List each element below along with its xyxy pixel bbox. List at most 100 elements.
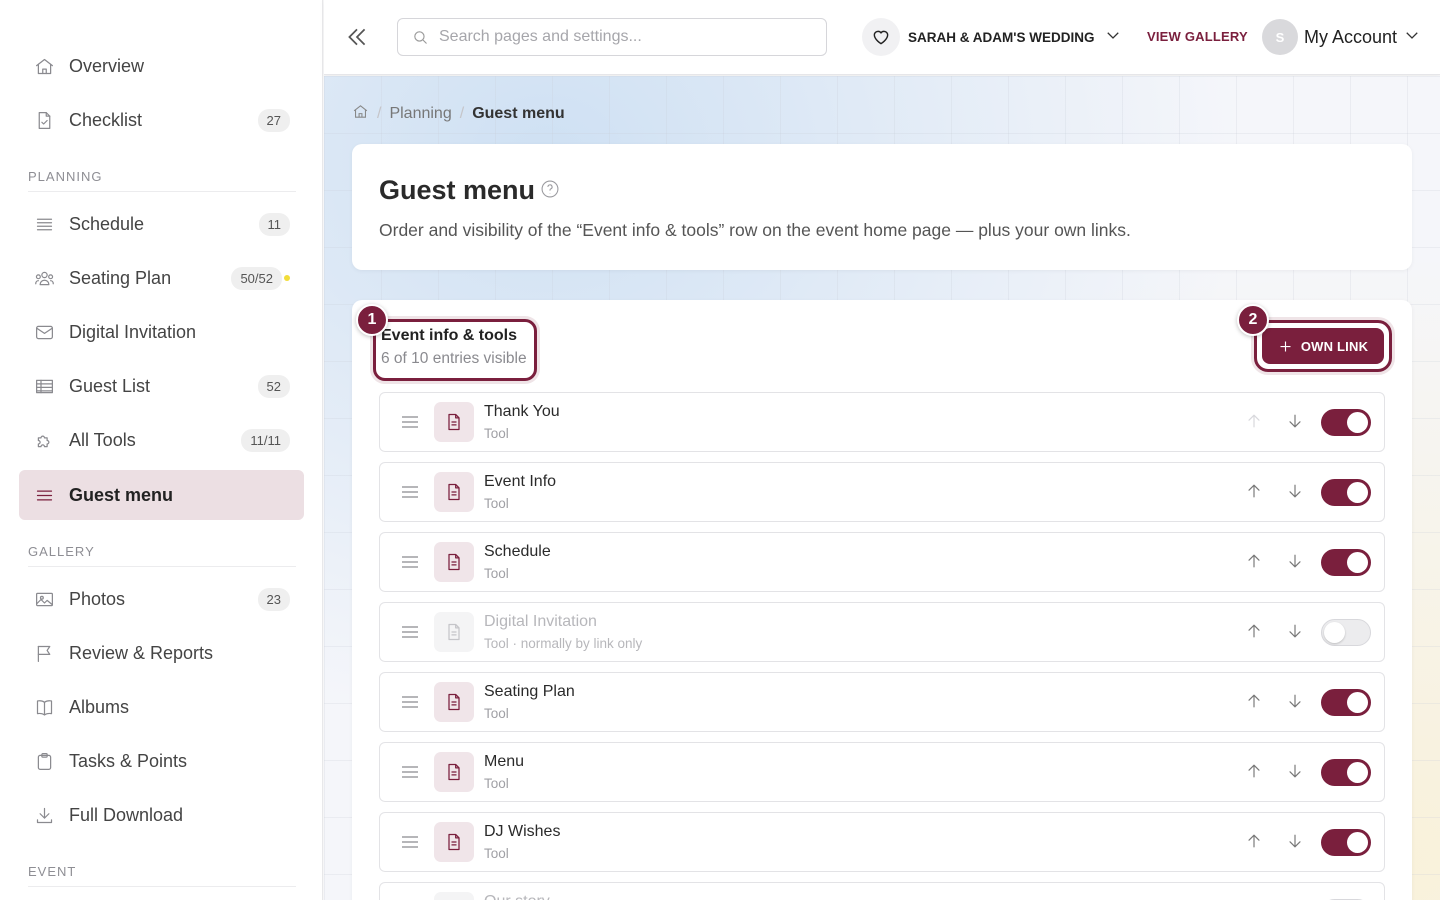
page-header-card: Guest menu Order and visibility of the “… [352,144,1412,270]
drag-handle-icon[interactable] [400,623,420,641]
sidebar-item-full-download[interactable]: Full Download [19,790,304,840]
breadcrumb-current: Guest menu [472,105,565,122]
sidebar-item-label: Guest List [69,375,151,396]
page-description: Order and visibility of the “Event info … [379,220,1131,240]
entry-subtitle: Tool [484,846,509,861]
sidebar-item-label: Photos [69,588,126,609]
sidebar-item-tasks-points[interactable]: Tasks & Points [19,736,304,786]
drag-handle-icon[interactable] [400,413,420,431]
entry-title: Our story [484,893,550,900]
sidebar-item-label: Review & Reports [69,642,214,663]
count-badge: 27 [257,108,290,132]
sidebar-item-guest-menu[interactable]: Guest menu [19,470,304,520]
sidebar-item-review-reports[interactable]: Review & Reports [19,628,304,678]
sidebar-item-label: Albums [69,696,130,717]
visibility-toggle[interactable] [1321,479,1371,506]
list-item: Seating Plan Tool [379,672,1385,732]
visibility-toggle[interactable] [1321,549,1371,576]
own-link-highlight: OWN LINK [1254,320,1392,372]
home-icon[interactable] [352,103,369,125]
account-menu[interactable]: S My Account [1262,18,1421,56]
arrow-up-icon [1248,694,1260,708]
drag-handle-icon[interactable] [400,833,420,851]
move-up-button[interactable] [1244,831,1266,853]
event-selector[interactable]: SARAH & ADAM'S WEDDING [862,18,1122,56]
view-gallery-link[interactable]: VIEW GALLERY [1147,29,1248,44]
seating-icon [33,267,55,289]
section-heading: Event info & tools 6 of 10 entries visib… [373,319,537,381]
move-down-button[interactable] [1285,621,1307,643]
entry-title: Event Info [484,473,557,490]
breadcrumb-separator: / [377,105,382,122]
sidebar-item-label: Seating Plan [69,267,172,288]
arrow-up-icon [1248,764,1260,778]
entry-title: Digital Invitation [484,613,597,630]
toggle-knob [1347,482,1368,503]
list-item: Event Info Tool [379,462,1385,522]
main-content: / Planning / Guest menu Guest menu Order… [324,76,1440,900]
move-down-button[interactable] [1285,691,1307,713]
document-icon [434,822,474,862]
move-up-button[interactable] [1244,481,1266,503]
document-icon [434,752,474,792]
checklist-icon [33,109,55,131]
toggle-knob [1347,832,1368,853]
entry-title: DJ Wishes [484,823,561,840]
drag-handle-icon[interactable] [400,763,420,781]
chevrons-left-icon [348,28,366,46]
visibility-toggle[interactable] [1321,409,1371,436]
list-item: Thank You Tool [379,392,1385,452]
sidebar-item-checklist[interactable]: Checklist 27 [19,95,304,145]
drag-handle-icon[interactable] [400,553,420,571]
visibility-toggle[interactable] [1321,759,1371,786]
sidebar-item-schedule[interactable]: Schedule 11 [19,199,304,249]
sidebar-item-all-tools[interactable]: All Tools 11/11 [19,415,304,465]
move-up-button[interactable] [1244,411,1266,433]
sidebar-item-photos[interactable]: Photos 23 [19,574,304,624]
document-icon [434,892,474,900]
drag-handle-icon[interactable] [400,693,420,711]
schedule-icon [33,213,55,235]
document-icon [434,542,474,582]
move-up-button[interactable] [1244,551,1266,573]
section-title: Event info & tools [381,327,517,344]
move-up-button[interactable] [1244,691,1266,713]
arrow-down-icon [1289,554,1301,568]
count-badge: 11 [258,212,290,236]
toggle-knob [1347,692,1368,713]
sidebar-item-albums[interactable]: Albums [19,682,304,732]
move-up-button[interactable] [1244,621,1266,643]
breadcrumb-planning[interactable]: Planning [389,105,451,123]
guest-menu-list-card: Event info & tools 6 of 10 entries visib… [352,300,1412,900]
sidebar-item-digital-invitation[interactable]: Digital Invitation [19,307,304,357]
list-item: DJ Wishes Tool [379,812,1385,872]
move-down-button[interactable] [1285,831,1307,853]
sidebar-item-guest-list[interactable]: Guest List 52 [19,361,304,411]
toggle-knob [1347,412,1368,433]
entry-subtitle: Tool [484,426,509,441]
move-down-button[interactable] [1285,761,1307,783]
table-icon [33,375,55,397]
arrow-down-icon [1289,694,1301,708]
move-down-button[interactable] [1285,481,1307,503]
visibility-toggle[interactable] [1321,689,1371,716]
drag-handle-icon[interactable] [400,483,420,501]
count-badge: 50/52 [231,266,282,290]
visibility-toggle[interactable] [1321,619,1371,646]
move-down-button[interactable] [1285,411,1307,433]
sidebar-item-overview[interactable]: Overview [19,41,304,91]
arrow-up-icon [1248,484,1260,498]
entry-subtitle: Tool [484,566,509,581]
entry-title: Menu [484,753,525,770]
count-badge: 52 [257,374,290,398]
add-own-link-button[interactable]: OWN LINK [1262,328,1384,364]
help-icon[interactable] [540,179,560,199]
collapse-sidebar-button[interactable] [344,24,370,50]
move-down-button[interactable] [1285,551,1307,573]
entry-title: Schedule [484,543,551,560]
move-up-button[interactable] [1244,761,1266,783]
visibility-toggle[interactable] [1321,829,1371,856]
breadcrumb-separator: / [459,105,465,122]
sidebar-item-seating-plan[interactable]: Seating Plan 50/52 [19,253,304,303]
search-input[interactable] [439,28,809,46]
